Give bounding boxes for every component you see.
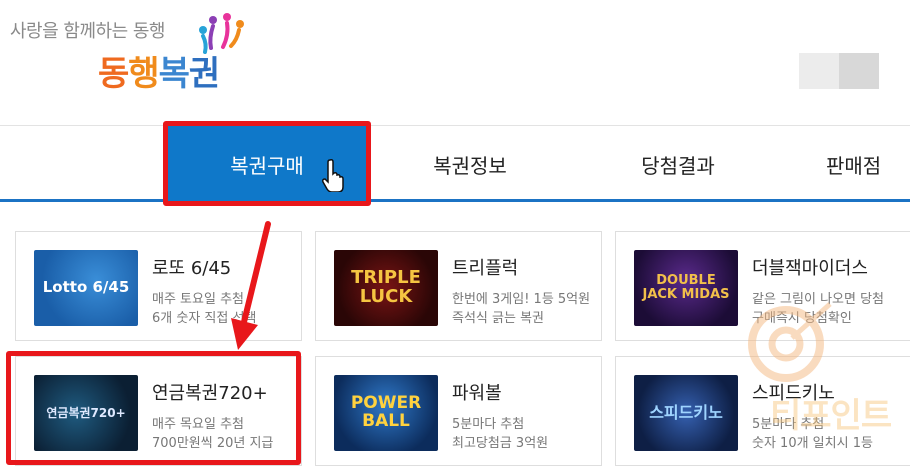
product-title: 로또 6/45: [152, 258, 232, 279]
thumb-label: TRIPLE LUCK: [351, 267, 421, 307]
logo-char-1: 동: [98, 54, 129, 94]
double-jack-thumbnail: DOUBLE JACK MIDAS: [634, 250, 738, 326]
main-nav: 복권구매 복권정보 당첨결과 판매점: [0, 126, 910, 202]
product-desc: 6개 숫자 직접 선택: [152, 311, 257, 326]
product-card-lotto[interactable]: Lotto 6/45 로또 6/45 매주 토요일 추첨 6개 숫자 직접 선택: [15, 231, 302, 341]
watermark-text: 티포인트: [770, 396, 892, 436]
logo-char-2: 행: [128, 54, 159, 94]
product-title: 더블잭마이더스: [752, 258, 868, 279]
header-placeholder-box: [799, 53, 879, 89]
product-card-triple-luck[interactable]: TRIPLE LUCK 트리플럭 한번에 3게임! 1등 5억원 즉석식 긁는 …: [315, 231, 602, 341]
thumb-label: DOUBLE JACK MIDAS: [642, 273, 730, 302]
thumb-label: 스피드키노: [649, 402, 723, 422]
pension-highlight-frame: [6, 351, 301, 465]
nav-item-results[interactable]: 당첨결과: [608, 126, 748, 202]
product-desc: 한번에 3게임! 1등 5억원: [452, 292, 591, 307]
lotto-thumbnail: Lotto 6/45: [34, 250, 138, 326]
logo-tagline: 사랑을 함께하는 동행: [10, 21, 165, 42]
product-title: 트리플럭: [452, 258, 519, 279]
powerball-thumbnail: POWER BALL: [334, 375, 438, 451]
thumb-label: POWER BALL: [350, 393, 422, 431]
logo-char-3: 복: [158, 54, 190, 94]
product-desc: 즉석식 긁는 복권: [452, 311, 544, 326]
speed-keno-thumbnail: 스피드키노: [634, 375, 738, 451]
people-celebration-icon: [199, 13, 244, 54]
thumb-label: Lotto 6/45: [42, 278, 130, 297]
product-desc: 매주 토요일 추첨: [152, 292, 244, 307]
logo-char-4: 권: [188, 54, 220, 94]
nav-item-info[interactable]: 복권정보: [400, 126, 540, 202]
product-title: 파워볼: [452, 383, 502, 404]
site-header: 사랑을 함께하는 동행 동행복권: [0, 0, 910, 126]
product-desc: 최고당첨금 3억원: [452, 436, 549, 451]
product-desc: 5분마다 추첨: [452, 417, 525, 432]
hand-pointer-icon: [322, 159, 344, 192]
triple-luck-thumbnail: TRIPLE LUCK: [334, 250, 438, 326]
nav-item-stores[interactable]: 판매점: [826, 126, 910, 202]
product-card-powerball[interactable]: POWER BALL 파워볼 5분마다 추첨 최고당첨금 3억원: [315, 356, 602, 466]
